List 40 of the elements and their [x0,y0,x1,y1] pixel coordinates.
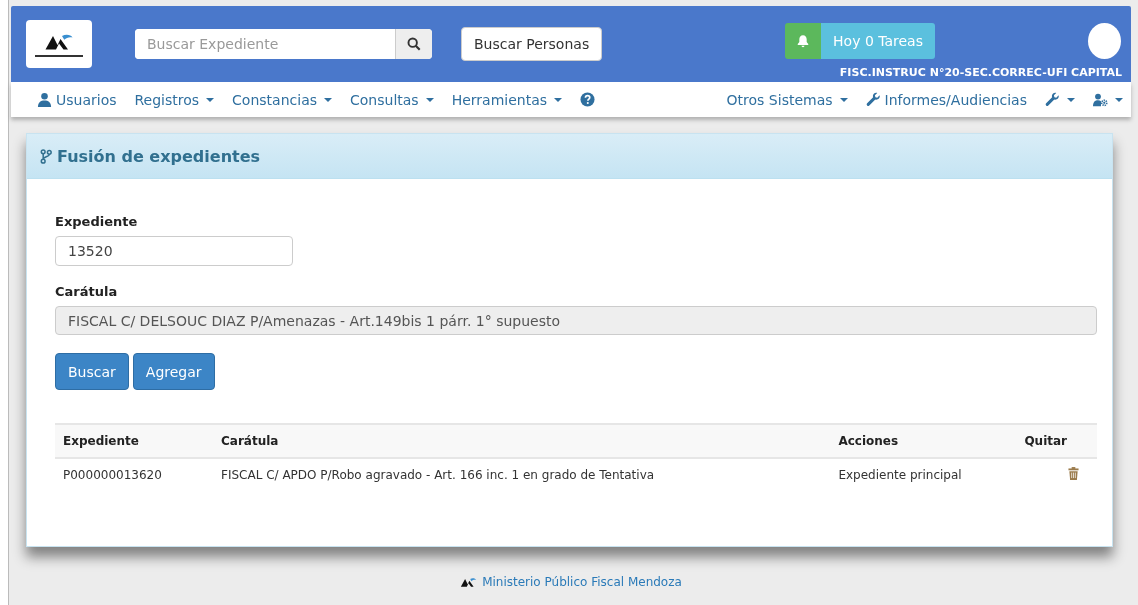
field-label: Expediente [55,214,139,229]
search-field[interactable]: Buscar Expediente [135,29,432,59]
input-field[interactable]: 13520 [55,236,293,266]
nav-link[interactable] [1045,92,1075,107]
nav-link[interactable] [1093,92,1123,107]
footer-link[interactable]: Ministerio Público Fiscal Mendoza [482,575,682,589]
wrench-icon [1045,92,1060,107]
nav-link[interactable]: Usuarios [37,91,117,108]
table-cell: P000000013620 [55,458,213,491]
readonly-field: FISCAL C/ DELSOUC DIAZ P/Amenazas - Art.149bis 1 párr. 1° supuesto [55,306,1097,335]
avatar[interactable] [1088,23,1121,59]
branch-icon [40,148,52,164]
column-header: Acciones [830,424,1017,458]
nav-link[interactable]: Herramientas [451,91,563,108]
nav-link[interactable]: Registros [134,91,215,108]
table-cell: FISCAL C/ APDO P/Robo agravado - Art. 166 inc. 1 en grado de Tentativa [213,458,831,491]
nav-link[interactable]: Consultas [350,91,434,108]
trash-icon [1068,467,1079,480]
search-button[interactable] [395,29,432,59]
action-button[interactable]: Buscar [55,353,129,390]
search-people-button[interactable]: Buscar Personas [461,27,603,61]
panel-title: Fusión de expedientes [57,146,261,166]
wrench-icon [865,92,881,107]
user-gear-icon [1093,92,1108,107]
nav-link[interactable] [580,92,596,107]
column-header: Quitar [1016,424,1097,458]
column-header: Expediente [55,424,213,458]
table-cell: Expediente principal [830,458,1017,491]
nav-link[interactable]: Otros Sistemas [726,91,848,108]
nav-link[interactable]: Constancias [232,91,332,108]
nav-link[interactable]: Informes/Audiencias [865,91,1027,108]
bell-icon [796,34,811,48]
action-button[interactable]: Agregar [132,353,215,390]
field-label: Carátula [55,284,119,299]
search-icon [407,37,421,51]
office-name: FISC.INSTRUC N°20-SEC.CORREC-UFI CAPITAL [839,66,1122,79]
logo-mark-icon [460,576,478,588]
help-icon [580,92,596,107]
column-header: Carátula [213,424,831,458]
person-icon [37,92,52,107]
